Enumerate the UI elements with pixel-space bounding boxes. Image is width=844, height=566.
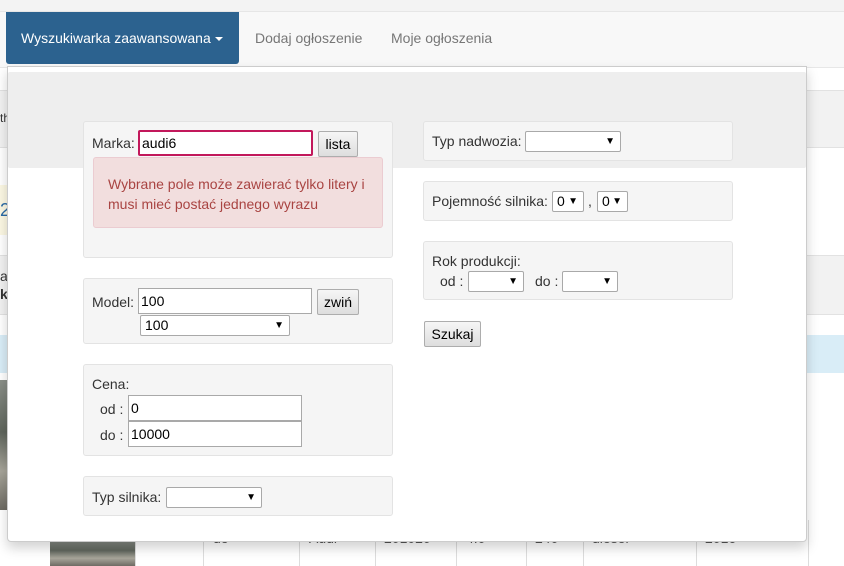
caret-down-icon bbox=[214, 37, 223, 42]
dropdown-arrow-icon: ▼ bbox=[602, 276, 612, 287]
engine-type-label: Typ silnika: bbox=[92, 489, 162, 505]
dropdown-arrow-icon: ▼ bbox=[508, 276, 518, 287]
year-to-select[interactable]: ▼ bbox=[562, 271, 618, 292]
nav-my-listings[interactable]: Moje ogłoszenia bbox=[391, 12, 492, 64]
capacity-to-select[interactable]: 0 ▼ bbox=[597, 191, 628, 212]
capacity-from-value: 0 bbox=[557, 193, 565, 209]
engine-capacity-label: Pojemność silnika: bbox=[432, 193, 548, 209]
marka-input[interactable] bbox=[138, 130, 313, 156]
bg-thumbnail bbox=[50, 540, 135, 566]
production-year-label: Rok produkcji: bbox=[432, 253, 521, 269]
engine-type-select[interactable]: ▼ bbox=[166, 487, 262, 508]
dropdown-arrow-icon: ▼ bbox=[274, 320, 284, 331]
search-button[interactable]: Szukaj bbox=[424, 321, 481, 347]
marka-label: Marka: bbox=[92, 135, 135, 151]
model-label: Model: bbox=[92, 294, 135, 310]
zwin-button[interactable]: zwiń bbox=[317, 289, 359, 315]
model-input[interactable] bbox=[138, 288, 312, 314]
capacity-to-value: 0 bbox=[602, 193, 610, 209]
capacity-from-select[interactable]: 0 ▼ bbox=[552, 191, 584, 212]
bg-col-line bbox=[808, 520, 809, 566]
top-strip bbox=[0, 0, 844, 12]
price-to-label: do : bbox=[100, 427, 124, 443]
year-to-label: do : bbox=[535, 273, 559, 289]
advanced-search-dropdown: Marka: lista Wybrane pole może zawierać … bbox=[7, 66, 807, 542]
model-select[interactable]: 100 ▼ bbox=[140, 315, 290, 336]
year-from-select[interactable]: ▼ bbox=[468, 271, 524, 292]
dropdown-arrow-icon: ▼ bbox=[612, 196, 622, 207]
capacity-separator: , bbox=[588, 193, 592, 209]
lista-button[interactable]: lista bbox=[318, 131, 358, 157]
dropdown-arrow-icon: ▼ bbox=[568, 196, 578, 207]
price-from-input[interactable] bbox=[128, 395, 302, 421]
price-to-input[interactable] bbox=[128, 421, 302, 447]
nav-add-listing[interactable]: Dodaj ogłoszenie bbox=[255, 12, 362, 64]
dropdown-arrow-icon: ▼ bbox=[246, 492, 256, 503]
navbar: Wyszukiwarka zaawansowana Dodaj ogłoszen… bbox=[0, 12, 844, 68]
nav-advanced-search[interactable]: Wyszukiwarka zaawansowana bbox=[6, 12, 239, 64]
price-label: Cena: bbox=[92, 376, 130, 392]
model-select-value: 100 bbox=[145, 317, 169, 333]
dropdown-arrow-icon: ▼ bbox=[605, 136, 615, 147]
year-from-label: od : bbox=[440, 273, 464, 289]
nav-advanced-search-label: Wyszukiwarka zaawansowana bbox=[21, 30, 211, 46]
body-type-label: Typ nadwozia: bbox=[432, 133, 522, 149]
price-from-label: od : bbox=[100, 401, 124, 417]
body-type-select[interactable]: ▼ bbox=[525, 131, 621, 152]
marka-error-alert: Wybrane pole może zawierać tylko litery … bbox=[93, 157, 383, 228]
